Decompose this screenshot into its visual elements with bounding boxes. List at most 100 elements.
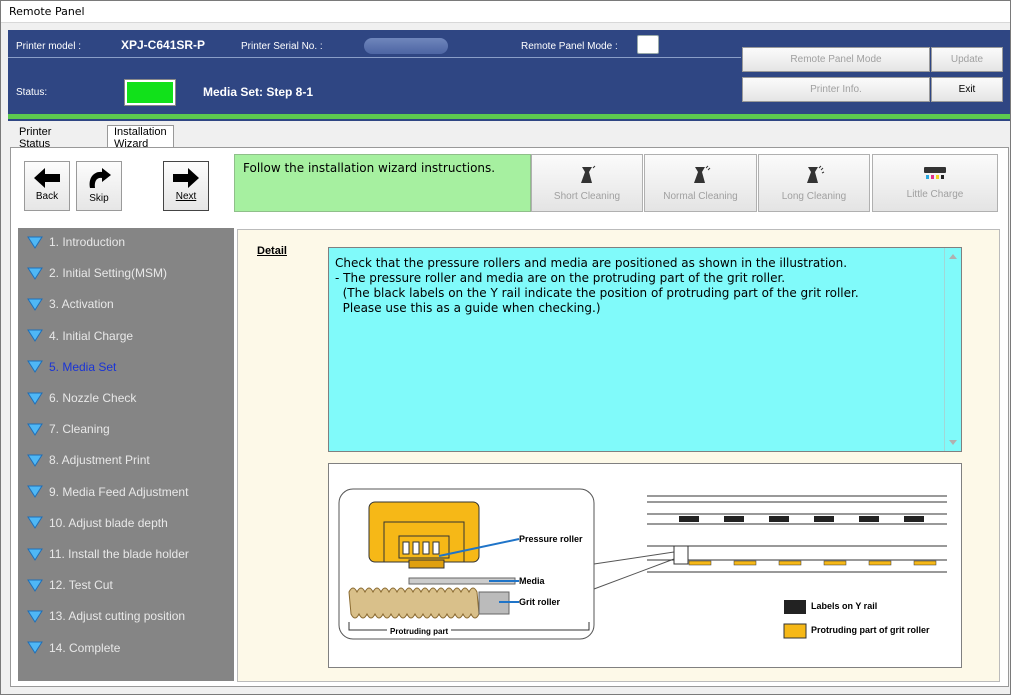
normal-cleaning-icon — [693, 165, 710, 183]
wizard-step-label: 4. Initial Charge — [49, 328, 134, 343]
back-button[interactable]: Back — [24, 161, 70, 211]
wizard-step-label: 1. Introduction — [49, 235, 126, 249]
wizard-step-item[interactable]: 8. Adjustment Print — [18, 450, 234, 470]
illustration-panel: Pressure roller Media Grit roller Protru… — [328, 463, 962, 668]
remote-panel-mode-button[interactable]: Remote Panel Mode — [742, 47, 930, 72]
wizard-step-item[interactable]: 5. Media Set — [18, 357, 234, 377]
wizard-step-label: 3. Activation — [49, 297, 114, 312]
triangle-down-icon — [27, 610, 43, 623]
window-title: Remote Panel — [9, 5, 85, 18]
pressure-roller-label: Pressure roller — [519, 534, 583, 544]
status-indicator — [124, 79, 176, 106]
wizard-step-label: 6. Nozzle Check — [49, 391, 137, 405]
update-button[interactable]: Update — [931, 47, 1003, 72]
triangle-down-icon — [27, 579, 43, 592]
triangle-down-icon — [27, 516, 43, 530]
wizard-step-label: 14. Complete — [49, 640, 121, 655]
tab-printer-status[interactable]: Printer Status — [13, 126, 57, 150]
printer-serial-label: Printer Serial No. : — [241, 41, 323, 52]
wizard-step-label: 10. Adjust blade depth — [49, 515, 168, 530]
pressure-roller-illustration — [338, 488, 947, 640]
wizard-step-label: 12. Test Cut — [49, 578, 113, 593]
short-cleaning-button[interactable]: Short Cleaning — [531, 154, 643, 212]
detail-line: Check that the pressure rollers and medi… — [335, 256, 848, 270]
wizard-step-label: 7. Cleaning — [49, 422, 110, 437]
wizard-step-label: 11. Install the blade holder — [49, 547, 189, 561]
status-text: Media Set: Step 8-1 — [203, 85, 314, 99]
long-cleaning-button[interactable]: Long Cleaning — [758, 154, 870, 212]
triangle-down-icon — [27, 298, 43, 311]
skip-button[interactable]: Skip — [76, 161, 122, 211]
printer-info-button[interactable]: Printer Info. — [742, 77, 930, 102]
wizard-step-item[interactable]: 13. Adjust cutting position — [18, 606, 234, 626]
detail-line: - The pressure roller and media are on t… — [335, 271, 786, 285]
wizard-step-item[interactable]: 11. Install the blade holder — [18, 544, 234, 564]
exit-button[interactable]: Exit — [931, 77, 1003, 102]
triangle-down-icon — [27, 641, 43, 655]
triangle-down-icon — [27, 485, 43, 499]
wizard-step-label: 5. Media Set — [49, 359, 117, 374]
little-charge-label: Little Charge — [906, 189, 964, 200]
remote-panel-mode-indicator — [637, 35, 659, 54]
printer-model-value: XPJ-C641SR-P — [121, 38, 206, 52]
wizard-step-label: 9. Media Feed Adjustment — [49, 484, 189, 499]
long-cleaning-icon — [807, 165, 825, 183]
short-cleaning-icon — [581, 165, 596, 183]
wizard-step-item[interactable]: 6. Nozzle Check — [18, 388, 234, 408]
printer-model-label: Printer model : — [16, 41, 82, 52]
wizard-step-item[interactable]: 7. Cleaning — [18, 419, 234, 439]
wizard-step-label: 2. Initial Setting(MSM) — [49, 266, 168, 281]
triangle-down-icon — [27, 360, 43, 374]
wizard-step-item[interactable]: 2. Initial Setting(MSM) — [18, 263, 234, 283]
skip-label: Skip — [89, 193, 109, 204]
wizard-step-label: 13. Adjust cutting position — [49, 609, 186, 624]
header-accent-bar — [8, 114, 1010, 119]
media-label: Media — [519, 576, 545, 586]
grit-roller-label: Grit roller — [519, 597, 561, 607]
normal-cleaning-label: Normal Cleaning — [663, 191, 738, 202]
serial-number-masked — [364, 38, 448, 54]
detail-label: Detail — [257, 245, 287, 257]
wizard-steps-panel: 1. Introduction 2. Initial Setting(MSM) 3.… — [18, 228, 234, 681]
normal-cleaning-button[interactable]: Normal Cleaning — [644, 154, 757, 212]
header-divider — [8, 57, 741, 58]
arrow-left-icon — [34, 168, 60, 188]
wizard-step-item[interactable]: 10. Adjust blade depth — [18, 513, 234, 533]
wizard-step-item[interactable]: 4. Initial Charge — [18, 326, 234, 346]
triangle-down-icon — [27, 236, 43, 249]
status-label: Status: — [16, 87, 48, 98]
ink-charge-icon — [924, 167, 946, 179]
wizard-step-item[interactable]: 3. Activation — [18, 294, 234, 314]
tab-installation-wizard[interactable]: Installation Wizard — [107, 125, 174, 150]
legend-protruding-part: Protruding part of grit roller — [811, 625, 930, 635]
title-bar: Remote Panel — [1, 1, 1010, 23]
wizard-step-item[interactable]: 1. Introduction — [18, 232, 234, 252]
skip-arrow-icon — [89, 168, 111, 188]
detail-line: (The black labels on the Y rail indicate… — [335, 286, 859, 300]
triangle-down-icon — [27, 329, 43, 343]
detail-line: Please use this as a guide when checking… — [335, 301, 601, 315]
wizard-step-item[interactable]: 12. Test Cut — [18, 575, 234, 595]
triangle-down-icon — [27, 548, 43, 561]
legend-labels-y-rail: Labels on Y rail — [811, 601, 878, 611]
detail-scrollbar[interactable] — [944, 248, 961, 451]
wizard-step-label: 8. Adjustment Print — [49, 453, 150, 468]
triangle-down-icon — [27, 423, 43, 436]
detail-text-box: Check that the pressure rollers and medi… — [328, 247, 962, 452]
next-label: Next — [175, 191, 197, 202]
wizard-message: Follow the installation wizard instructi… — [234, 154, 531, 212]
triangle-down-icon — [27, 267, 43, 280]
wizard-step-item[interactable]: 9. Media Feed Adjustment — [18, 482, 234, 502]
wizard-step-item[interactable]: 14. Complete — [18, 638, 234, 658]
protruding-part-label: Protruding part — [387, 627, 452, 636]
triangle-down-icon — [27, 454, 43, 467]
little-charge-button[interactable]: Little Charge — [872, 154, 998, 212]
short-cleaning-label: Short Cleaning — [553, 191, 621, 202]
remote-panel-mode-label: Remote Panel Mode : — [521, 41, 618, 52]
back-label: Back — [35, 191, 59, 202]
next-button[interactable]: Next — [163, 161, 209, 211]
long-cleaning-label: Long Cleaning — [781, 191, 847, 202]
arrow-right-icon — [173, 168, 199, 188]
remote-panel-window: Remote Panel Printer model : XPJ-C641SR-… — [0, 0, 1011, 695]
triangle-down-icon — [27, 392, 43, 405]
